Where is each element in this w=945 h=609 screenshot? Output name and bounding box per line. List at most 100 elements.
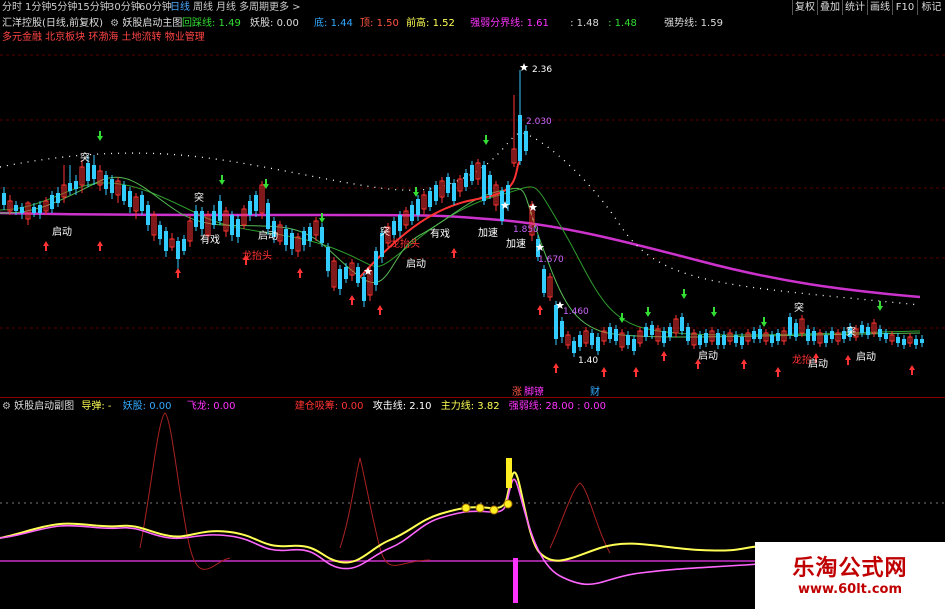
candle-body-down xyxy=(110,179,114,193)
timeframe-tab-more[interactable]: 更多 > xyxy=(269,1,301,14)
f10-button[interactable]: F10 xyxy=(892,0,917,15)
timeframe-tab-multi[interactable]: 多周期 xyxy=(239,1,269,14)
candle-body-down xyxy=(38,205,42,213)
up-arrow-icon xyxy=(845,355,851,365)
bottom-tag: 脚镣 xyxy=(524,385,544,397)
fuquan-button[interactable]: 复权 xyxy=(792,0,817,15)
watermark-title: 乐淘公式网 xyxy=(792,556,908,581)
main-header-row: 汇洋控股(日线,前复权) ⚙ 妖股启动主图 xyxy=(2,17,182,30)
timeframe-tab-5min[interactable]: 5分钟 xyxy=(51,1,77,14)
down-arrow-icon xyxy=(761,317,767,327)
missile-dot xyxy=(503,499,513,509)
candle-body-down xyxy=(194,211,198,227)
signal-label: 加速 xyxy=(478,227,498,239)
up-arrow-icon xyxy=(297,268,303,278)
sub-value-zhuli: 主力线: 3.82 xyxy=(440,401,500,412)
candle-body-down xyxy=(20,207,24,213)
candle-body-down xyxy=(452,183,456,201)
timeframe-tab-60min[interactable]: 60分钟 xyxy=(139,1,172,14)
timeframe-tab-30min[interactable]: 30分钟 xyxy=(108,1,141,14)
overlay-button[interactable]: 叠加 xyxy=(817,0,842,15)
signal-label: 突 xyxy=(380,225,390,238)
candle-body-down xyxy=(680,317,684,331)
candle-body-down xyxy=(56,193,60,203)
main-price-chart[interactable]: 2.362.0301.8501.6701.4601.40启动有戏 启动龙抬头突突突… xyxy=(0,15,945,397)
timeframe-tab-daily[interactable]: 日线 xyxy=(170,1,190,14)
up-arrow-icon xyxy=(349,295,355,305)
timeframe-tab-fenshi[interactable]: 分时 xyxy=(2,1,22,14)
value-qiangshi: 强势线: 1.59 xyxy=(664,18,723,29)
value-ding: 顶: 1.50 xyxy=(360,18,399,29)
candle-body-down xyxy=(50,195,54,209)
candle-body-down xyxy=(794,323,798,337)
candle-body-down xyxy=(164,231,168,251)
candle-body-down xyxy=(320,227,324,243)
sub-indicator-name: 妖股启动副图 xyxy=(14,401,75,412)
candle-body-down xyxy=(590,333,594,345)
signal-label: 启动 xyxy=(856,350,876,363)
signal-label: 启动 xyxy=(698,349,718,362)
candle-body-down xyxy=(506,185,510,205)
bottom-tag: 财 xyxy=(590,385,600,397)
up-arrow-icon xyxy=(633,367,639,377)
candle-body-down xyxy=(920,339,924,343)
candle-body-down xyxy=(578,335,582,347)
timeframe-tab-15min[interactable]: 15分钟 xyxy=(77,1,110,14)
up-arrow-icon xyxy=(661,351,667,361)
sub-value-daodan: 导弹: - xyxy=(81,401,112,412)
candle-body-down xyxy=(374,251,378,285)
signal-label: 突 xyxy=(794,301,804,314)
candle-body-down xyxy=(308,227,312,241)
candle-body-down xyxy=(146,205,150,225)
candle-body-down xyxy=(434,185,438,201)
timeframe-tab-weekly[interactable]: 周线 xyxy=(193,1,213,14)
candle-body-down xyxy=(878,329,882,337)
up-arrow-icon xyxy=(97,241,103,251)
missile-dot xyxy=(475,503,485,513)
candle-body-down xyxy=(686,327,690,341)
candle-body-down xyxy=(914,339,918,345)
candle-body-down xyxy=(860,325,864,333)
signal-label: 启动 xyxy=(258,229,278,242)
candle-body-down xyxy=(770,335,774,343)
sub-value-gongji: 攻击线: 2.10 xyxy=(372,401,432,412)
price-label: 2.030 xyxy=(526,117,552,127)
candle-body-down xyxy=(464,173,468,187)
stats-button[interactable]: 统计 xyxy=(842,0,867,15)
up-arrow-icon xyxy=(775,367,781,377)
mark-button[interactable]: 标记 xyxy=(917,0,945,15)
candle-body-down xyxy=(92,165,96,179)
sub-value-feilong: 飞龙: 0.00 xyxy=(186,401,236,412)
timeframe-tab-monthly[interactable]: 月线 xyxy=(216,1,236,14)
settings-gear-icon[interactable]: ⚙ xyxy=(110,18,119,29)
value-di: 底: 1.44 xyxy=(314,18,353,29)
candle-body-down xyxy=(446,177,450,193)
price-label: 2.36 xyxy=(532,65,552,75)
up-arrow-icon xyxy=(377,305,383,315)
candle-body-down xyxy=(32,207,36,213)
candle-body-down xyxy=(806,329,810,341)
candle-body-down xyxy=(182,239,186,251)
value-yaogu: 妖股: 0.00 xyxy=(250,18,299,29)
candle-body-down xyxy=(518,115,522,161)
down-arrow-icon xyxy=(645,307,651,317)
price-label: 1.460 xyxy=(563,307,589,317)
up-arrow-icon xyxy=(553,363,559,373)
candle-body-down xyxy=(632,339,636,351)
timeframe-tab-1min[interactable]: 1分钟 xyxy=(25,1,51,14)
draw-button[interactable]: 画线 xyxy=(867,0,892,15)
candle-body-down xyxy=(236,219,240,237)
candle-body-down xyxy=(698,335,702,345)
candle-body-down xyxy=(200,211,204,229)
sub-settings-gear-icon[interactable]: ⚙ xyxy=(2,401,11,412)
candle-body-down xyxy=(554,305,558,339)
candle-body-down xyxy=(128,191,132,207)
main-indicator-name: 妖股启动主图 xyxy=(122,18,183,29)
signal-label: 龙抬头 xyxy=(390,237,420,250)
value-qiangao: 前高: 1.52 xyxy=(406,18,455,29)
candle-body-down xyxy=(398,215,402,231)
candle-body-down xyxy=(254,195,258,211)
candle-body-down xyxy=(824,335,828,343)
candle-body-down xyxy=(356,267,360,283)
sub-header-row: ⚙ 妖股启动副图 导弹: - 妖股: 0.00 飞龙: 0.00 建仓吸筹: 0… xyxy=(2,400,606,413)
